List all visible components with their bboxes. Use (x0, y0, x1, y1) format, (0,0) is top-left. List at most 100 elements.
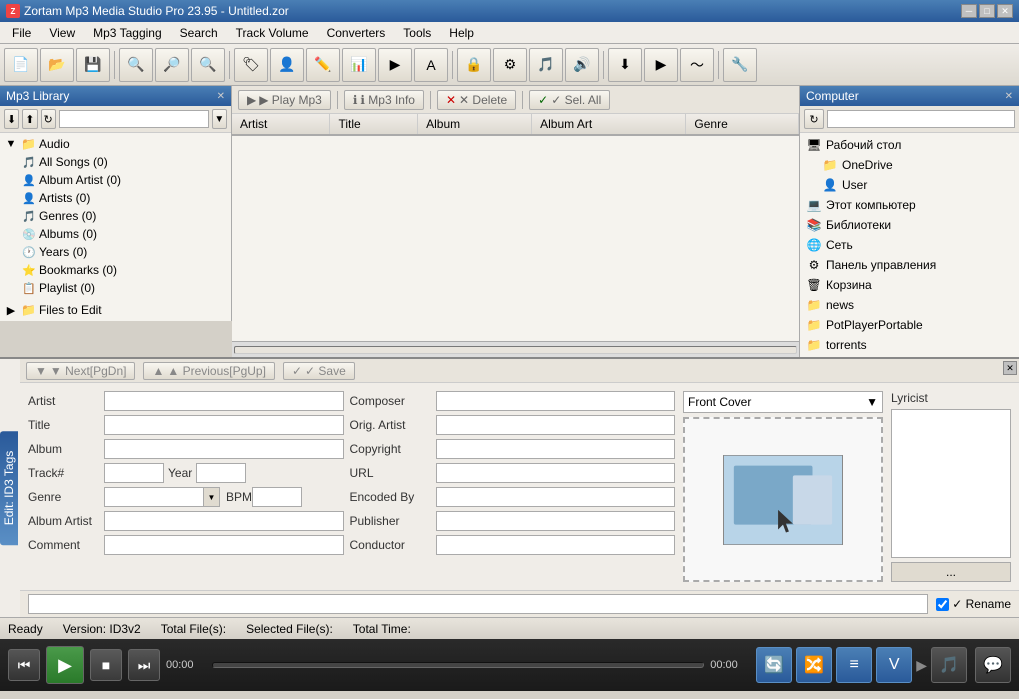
tree-item-artists[interactable]: 👤 Artists (0) (2, 189, 229, 207)
copyright-input[interactable] (436, 439, 676, 459)
orig-artist-input[interactable] (436, 415, 676, 435)
lyricist-more-button[interactable]: ... (891, 562, 1011, 582)
menu-tools[interactable]: Tools (395, 24, 439, 42)
player-play-button[interactable]: ▶ (46, 646, 84, 684)
tree-item-years[interactable]: 🕐 Years (0) (2, 243, 229, 261)
comp-item-desktop[interactable]: 🖥 Рабочий стол (802, 135, 1017, 155)
comp-item-thispc[interactable]: 💻 Этот компьютер (802, 195, 1017, 215)
open-button[interactable]: 📂 (40, 48, 74, 82)
delete-button[interactable]: ✕ ✕ Delete (437, 90, 516, 110)
youtube-button[interactable]: ▶ (378, 48, 412, 82)
player-shuffle-button[interactable]: 🔀 (796, 647, 832, 683)
player-prev-button[interactable]: ⏮ (8, 649, 40, 681)
tree-item-albumartist[interactable]: 👤 Album Artist (0) (2, 171, 229, 189)
composer-input[interactable] (436, 391, 676, 411)
tree-item-albums[interactable]: 💿 Albums (0) (2, 225, 229, 243)
url-input[interactable] (436, 463, 676, 483)
edit-button[interactable]: ✏️ (306, 48, 340, 82)
track-input[interactable] (104, 463, 164, 483)
tree-item-playlist[interactable]: 📋 Playlist (0) (2, 279, 229, 297)
artist-input[interactable] (104, 391, 344, 411)
menu-view[interactable]: View (41, 24, 83, 42)
wave-button[interactable]: 〜 (680, 48, 714, 82)
title-input[interactable] (104, 415, 344, 435)
youtube2-button[interactable]: ▶ (644, 48, 678, 82)
genre-dropdown-button[interactable]: ▼ (204, 487, 220, 507)
lib-down-button[interactable]: ⬇ (4, 109, 19, 129)
comment-input[interactable] (104, 535, 344, 555)
bpm-input[interactable] (252, 487, 302, 507)
comp-item-recycle[interactable]: 🗑 Корзина (802, 275, 1017, 295)
play-mp3-button[interactable]: ▶ ▶ Play Mp3 (238, 90, 331, 110)
mp3-library-close[interactable]: ✕ (217, 91, 225, 102)
comp-search-input[interactable] (827, 110, 1015, 128)
zoom-in-button[interactable]: 🔎 (155, 48, 189, 82)
year-input[interactable] (196, 463, 246, 483)
chart-button[interactable]: 📊 (342, 48, 376, 82)
edit-panel-close[interactable]: ✕ (1003, 361, 1017, 375)
tree-item-bookmarks[interactable]: ⭐ Bookmarks (0) (2, 261, 229, 279)
search-button[interactable]: 🔍 (119, 48, 153, 82)
lib-refresh-button[interactable]: ↻ (41, 109, 56, 129)
comp-item-user[interactable]: 👤 User (802, 175, 1017, 195)
lock-button[interactable]: 🔒 (457, 48, 491, 82)
music-button[interactable]: 🎵 (529, 48, 563, 82)
rename-checkbox[interactable] (936, 598, 949, 611)
conductor-input[interactable] (436, 535, 676, 555)
player-seek-bar[interactable] (212, 662, 704, 668)
maximize-button[interactable]: □ (979, 4, 995, 18)
comp-item-libraries[interactable]: 📚 Библиотеки (802, 215, 1017, 235)
rename-input[interactable] (28, 594, 928, 614)
player-next-button[interactable]: ⏭ (128, 649, 160, 681)
album-artist-input[interactable] (104, 511, 344, 531)
config-button[interactable]: 🔧 (723, 48, 757, 82)
download-button[interactable]: ⬇ (608, 48, 642, 82)
rename-checkbox-label[interactable]: ✓ Rename (936, 597, 1011, 611)
tree-item-genres[interactable]: 🎵 Genres (0) (2, 207, 229, 225)
lib-search-input[interactable] (59, 110, 209, 128)
player-repeat-button[interactable]: 🔄 (756, 647, 792, 683)
menu-mp3tagging[interactable]: Mp3 Tagging (85, 24, 170, 42)
lib-search-btn[interactable]: ▼ (212, 109, 227, 129)
comp-item-news[interactable]: 📁 news (802, 295, 1017, 315)
comp-item-network[interactable]: 🌐 Сеть (802, 235, 1017, 255)
comp-item-torrents[interactable]: 📁 torrents (802, 335, 1017, 355)
player-music-button[interactable]: 🎵 (931, 647, 967, 683)
mp3-info-button[interactable]: ℹ ℹ Mp3 Info (344, 90, 424, 110)
comp-item-controlpanel[interactable]: ⚙ Панель управления (802, 255, 1017, 275)
menu-file[interactable]: File (4, 24, 39, 42)
menu-help[interactable]: Help (441, 24, 482, 42)
menu-converters[interactable]: Converters (319, 24, 394, 42)
cover-dropdown[interactable]: Front Cover ▼ (683, 391, 883, 413)
title-bar-controls[interactable]: ─ □ ✕ (961, 4, 1013, 18)
comp-item-potplayer[interactable]: 📁 PotPlayerPortable (802, 315, 1017, 335)
prev-button[interactable]: ▲ ▲ Previous[PgUp] (143, 362, 274, 380)
lib-up-button[interactable]: ⬆ (22, 109, 37, 129)
lyricist-input[interactable] (891, 409, 1011, 558)
encoded-by-input[interactable] (436, 487, 676, 507)
vol-button[interactable]: 🔊 (565, 48, 599, 82)
next-button[interactable]: ▼ ▼ Next[PgDn] (26, 362, 135, 380)
tag-button[interactable]: 🏷 (234, 48, 268, 82)
new-button[interactable]: 📄 (4, 48, 38, 82)
save-edit-button[interactable]: ✓ ✓ Save (283, 362, 355, 380)
tree-item-allsongs[interactable]: 🎵 All Songs (0) (2, 153, 229, 171)
computer-close[interactable]: ✕ (1005, 91, 1013, 102)
comp-refresh-btn[interactable]: ↻ (804, 109, 824, 129)
zoom-out-button[interactable]: 🔍 (191, 48, 225, 82)
tree-item-audio[interactable]: ▼ 📁 Audio (2, 135, 229, 153)
publisher-input[interactable] (436, 511, 676, 531)
player-video-button[interactable]: V (876, 647, 912, 683)
minimize-button[interactable]: ─ (961, 4, 977, 18)
save-toolbar-button[interactable]: 💾 (76, 48, 110, 82)
menu-trackvolume[interactable]: Track Volume (228, 24, 317, 42)
tree-item-filestoedit[interactable]: ▶ 📁 Files to Edit (2, 301, 229, 319)
close-button[interactable]: ✕ (997, 4, 1013, 18)
menu-search[interactable]: Search (172, 24, 226, 42)
genre-input[interactable] (104, 487, 204, 507)
settings-button[interactable]: ⚙ (493, 48, 527, 82)
player-stop-button[interactable]: ■ (90, 649, 122, 681)
comp-item-onedrive[interactable]: 📁 OneDrive (802, 155, 1017, 175)
horizontal-scrollbar[interactable] (232, 341, 799, 357)
player-chat-button[interactable]: 💬 (975, 647, 1011, 683)
